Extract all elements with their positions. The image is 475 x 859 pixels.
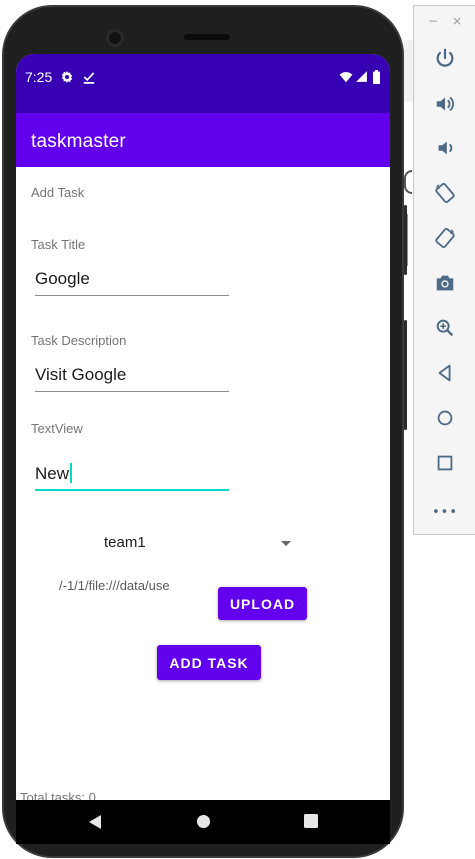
emulator-window: − × ••• 7:25 taskmaster Add Task Task Ti… <box>0 0 475 859</box>
task-title-input[interactable]: Google <box>35 266 229 296</box>
navigation-bar <box>16 800 390 844</box>
volume-up-button[interactable] <box>431 90 459 118</box>
nav-home-icon <box>196 814 211 829</box>
emulator-toolbar: − × ••• <box>413 5 475 535</box>
front-camera <box>106 29 124 47</box>
nav-back-icon <box>89 815 101 829</box>
zoom-button[interactable] <box>431 314 459 342</box>
task-title-label: Task Title <box>31 237 86 252</box>
earpiece-speaker <box>184 34 230 40</box>
app-title: taskmaster <box>31 131 126 152</box>
add-task-heading: Add Task <box>31 185 85 200</box>
minimize-button[interactable]: − <box>428 12 438 30</box>
phone-power-key[interactable] <box>404 205 407 275</box>
file-path-text: /-1/1/file:///data/user/0/com.google.and… <box>59 578 169 593</box>
team-name-input[interactable]: New <box>35 461 229 491</box>
close-button[interactable]: × <box>452 12 462 30</box>
camera-icon <box>436 275 454 291</box>
nav-back-button[interactable] <box>88 814 102 835</box>
nav-overview-icon <box>304 814 318 828</box>
text-cursor <box>70 463 73 483</box>
background-window-glyph <box>404 170 412 194</box>
emulator-toolbar-header: − × <box>414 12 475 30</box>
overview-icon <box>437 455 453 471</box>
rotate-left-icon <box>435 182 455 204</box>
more-button[interactable]: ••• <box>431 498 459 526</box>
dropdown-arrow-icon[interactable] <box>281 541 291 546</box>
back-icon <box>438 364 451 382</box>
zoom-icon <box>436 319 454 337</box>
team-name-value: New <box>35 464 70 483</box>
check-icon <box>82 70 96 89</box>
nav-overview-button[interactable] <box>304 814 318 833</box>
screenshot-button[interactable] <box>431 269 459 297</box>
rotate-right-icon <box>435 227 455 249</box>
volume-down-icon <box>438 141 453 155</box>
status-bar: 7:25 <box>16 54 390 113</box>
rotate-left-button[interactable] <box>431 179 459 207</box>
emulator-back-button[interactable] <box>431 359 459 387</box>
volume-down-button[interactable] <box>431 134 459 162</box>
emulator-home-button[interactable] <box>431 404 459 432</box>
task-description-label: Task Description <box>31 333 127 348</box>
nav-home-button[interactable] <box>196 814 211 834</box>
upload-button[interactable]: UPLOAD <box>218 587 307 620</box>
power-icon <box>436 48 454 67</box>
app-bar: taskmaster <box>16 113 390 167</box>
rotate-right-button[interactable] <box>431 224 459 252</box>
emulator-overview-button[interactable] <box>431 449 459 477</box>
battery-icon <box>372 70 381 89</box>
volume-up-icon <box>436 96 454 112</box>
settings-icon <box>60 70 74 89</box>
home-icon <box>437 410 453 426</box>
phone-volume-key[interactable] <box>404 320 407 430</box>
background-window-edge <box>404 40 413 102</box>
more-icon: ••• <box>431 504 458 520</box>
team-spinner[interactable]: team1 <box>104 534 146 551</box>
wifi-icon <box>339 70 353 89</box>
device-screen: 7:25 taskmaster Add Task Task Title Goog… <box>16 54 390 844</box>
add-task-button[interactable]: ADD TASK <box>157 645 261 680</box>
signal-icon <box>355 70 368 88</box>
textview-label: TextView <box>31 421 83 436</box>
task-description-input[interactable]: Visit Google <box>35 362 229 392</box>
status-time: 7:25 <box>25 69 53 85</box>
power-button[interactable] <box>431 44 459 72</box>
